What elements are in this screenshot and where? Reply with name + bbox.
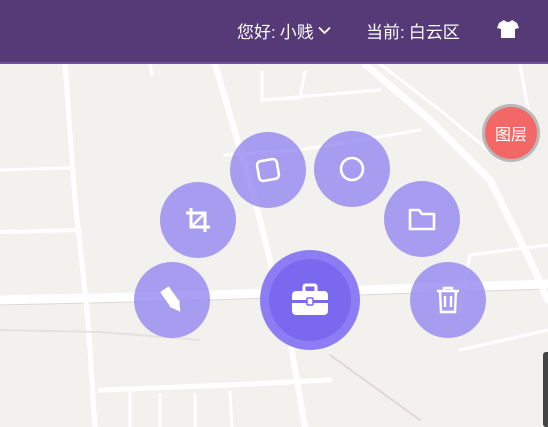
folder-tool-button[interactable] — [384, 181, 460, 257]
shirt-icon[interactable] — [497, 19, 519, 39]
greeting-label: 您好: — [237, 23, 276, 42]
trash-icon — [437, 286, 459, 314]
circle-icon — [339, 156, 365, 182]
pencil-icon — [160, 286, 181, 312]
toolbox-main-button[interactable] — [260, 250, 360, 350]
current-district: 当前: 白云区 — [366, 18, 460, 43]
chevron-down-icon — [318, 26, 331, 35]
side-drawer-handle[interactable] — [543, 352, 548, 427]
map-canvas[interactable] — [0, 64, 548, 427]
circle-tool-button[interactable] — [314, 131, 390, 207]
top-bar: 您好: 小贱 当前: 白云区 — [0, 0, 548, 64]
district-name: 白云区 — [408, 23, 460, 42]
square-tool-button[interactable] — [230, 132, 306, 208]
layer-button-label: 图层 — [494, 127, 527, 144]
folder-icon — [408, 208, 436, 231]
crop-tool-button[interactable] — [160, 182, 236, 258]
user-name: 小贱 — [279, 23, 314, 42]
pencil-tool-button[interactable] — [134, 262, 210, 338]
layer-button[interactable]: 图层 — [482, 104, 540, 162]
trash-tool-button[interactable] — [410, 262, 486, 338]
square-icon — [255, 157, 281, 183]
briefcase-icon — [292, 283, 328, 315]
toolbox-main-inner — [269, 259, 351, 341]
user-menu[interactable]: 您好: 小贱 — [237, 18, 331, 43]
current-label: 当前: — [366, 23, 405, 42]
crop-icon — [186, 208, 210, 232]
